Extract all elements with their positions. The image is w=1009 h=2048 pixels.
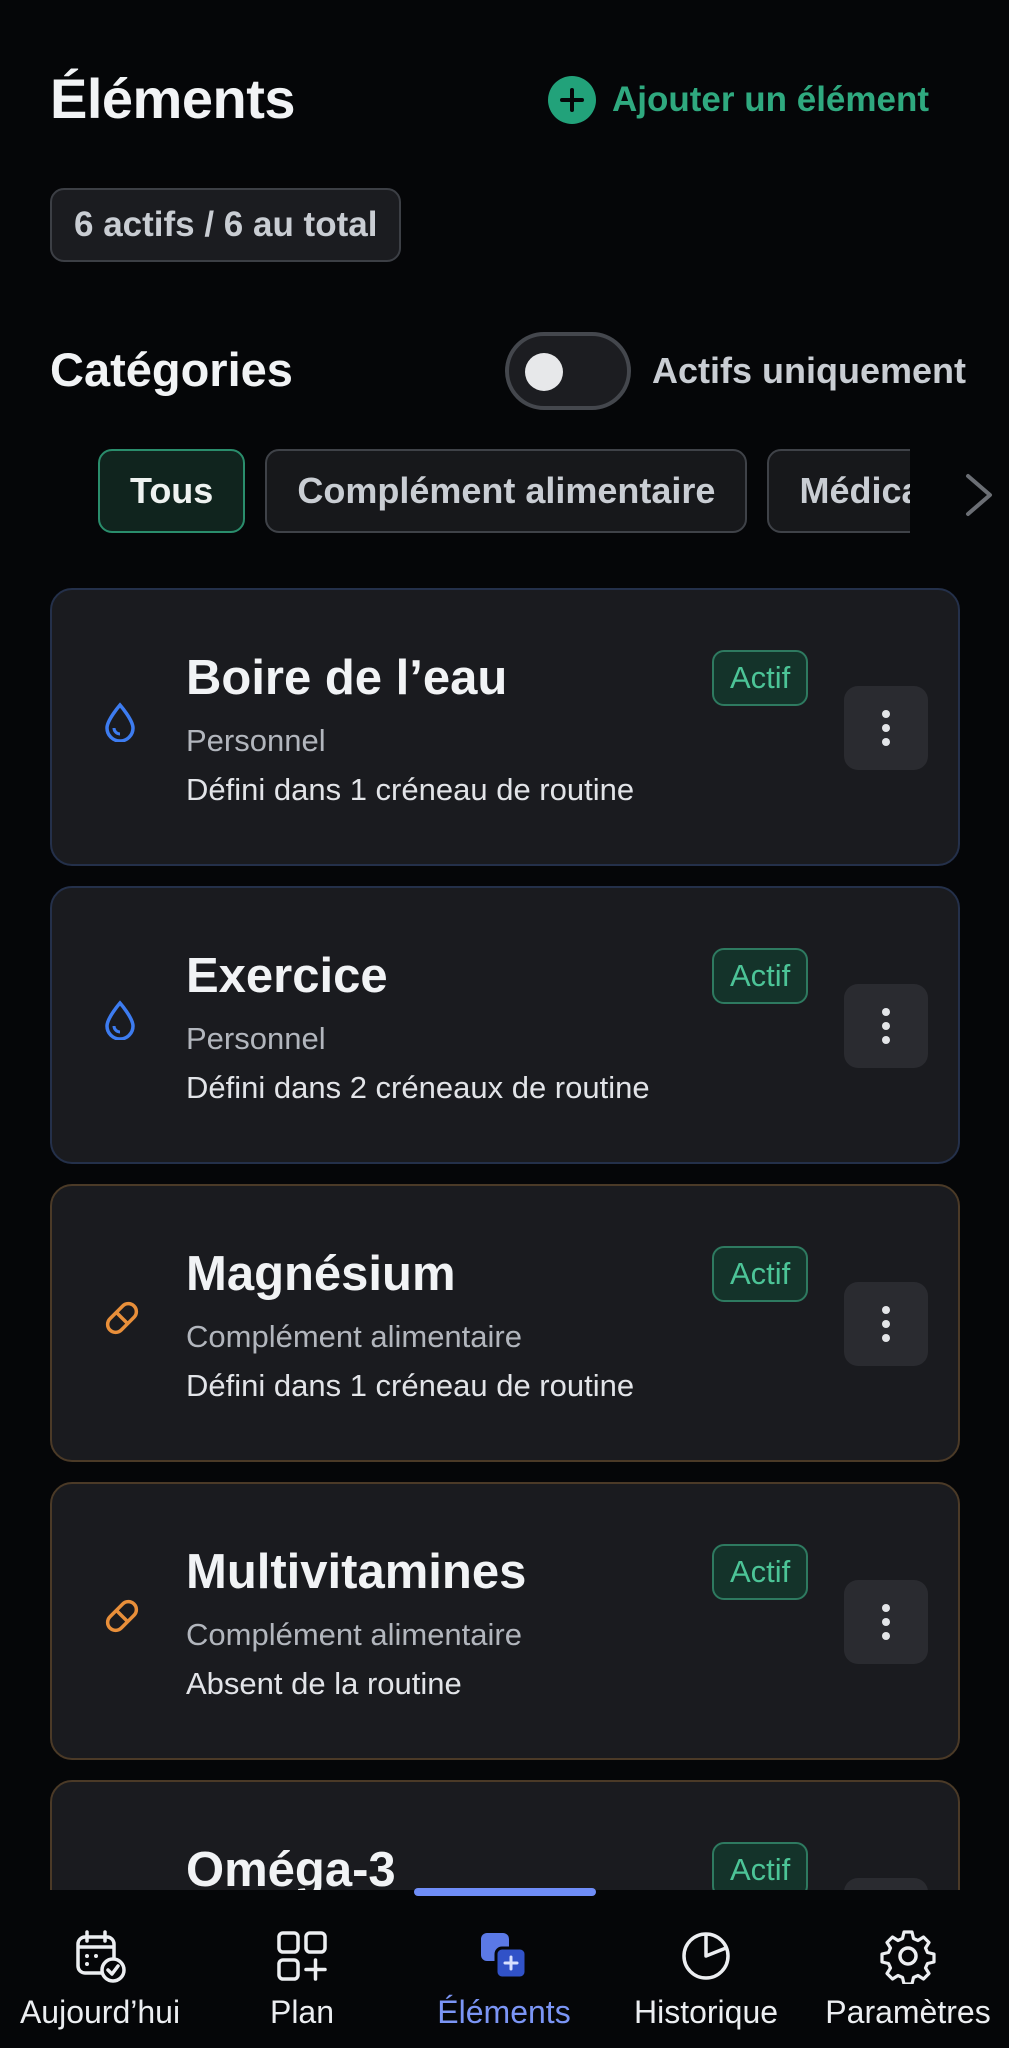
item-title: Multivitamines xyxy=(186,1545,527,1599)
items-list: Boire de l’eau Personnel Défini dans 1 c… xyxy=(50,588,960,1890)
more-vertical-icon xyxy=(882,1306,890,1314)
item-card[interactable]: Boire de l’eau Personnel Défini dans 1 c… xyxy=(50,588,960,866)
item-title: Exercice xyxy=(186,949,388,1003)
page-header: Éléments Ajouter un élément xyxy=(50,62,959,142)
nav-history[interactable]: Historique xyxy=(606,1928,806,2031)
status-badge: Actif xyxy=(712,650,809,706)
item-routine: Absent de la routine xyxy=(186,1666,462,1701)
page-title: Éléments xyxy=(50,67,296,130)
item-category: Complément alimentaire xyxy=(186,1319,522,1354)
items-count-badge: 6 actifs / 6 au total xyxy=(50,188,402,262)
pie-chart-icon xyxy=(682,1932,730,1980)
toggle-knob xyxy=(525,353,563,391)
item-routine: Défini dans 1 créneau de routine xyxy=(186,1368,635,1403)
items-stack-icon xyxy=(481,1933,528,1980)
chip-medication[interactable]: Médica xyxy=(767,449,910,533)
active-only-label: Actifs uniquement xyxy=(652,350,967,391)
item-title: Magnésium xyxy=(186,1247,456,1301)
category-chips: Tous Complément alimentaire Médica xyxy=(98,449,910,535)
nav-items[interactable]: Éléments xyxy=(404,1928,604,2031)
nav-items-label: Éléments xyxy=(437,1994,571,2030)
item-card[interactable]: Magnésium Complément alimentaire Défini … xyxy=(50,1184,960,1462)
bottom-nav: Aujourd’hui Plan Éléments Historique Par… xyxy=(0,1896,1009,2048)
scroll-indicator xyxy=(414,1888,596,1896)
add-item-label: Ajouter un élément xyxy=(612,80,929,119)
item-routine: Défini dans 1 créneau de routine xyxy=(186,772,635,807)
chevron-right-icon[interactable] xyxy=(960,470,1000,520)
more-options-button[interactable] xyxy=(844,1878,928,1890)
item-routine: Défini dans 2 créneaux de routine xyxy=(186,1070,650,1105)
add-item-button[interactable]: Ajouter un élément xyxy=(548,76,929,124)
item-category: Personnel xyxy=(186,723,326,758)
item-card[interactable]: Oméga-3 Actif xyxy=(50,1780,960,1890)
item-title: Oméga-3 xyxy=(186,1843,396,1890)
nav-plan[interactable]: Plan xyxy=(202,1928,402,2031)
water-drop-icon xyxy=(105,702,135,742)
item-category: Complément alimentaire xyxy=(186,1617,522,1652)
more-options-button[interactable] xyxy=(844,984,928,1068)
status-badge: Actif xyxy=(712,1246,809,1302)
item-card[interactable]: Multivitamines Complément alimentaire Ab… xyxy=(50,1482,960,1760)
status-badge: Actif xyxy=(712,1544,809,1600)
gear-icon xyxy=(880,1930,936,1984)
more-vertical-icon xyxy=(882,710,890,718)
calendar-check-icon xyxy=(76,1930,126,1983)
pill-icon xyxy=(105,1301,139,1335)
status-badge: Actif xyxy=(712,948,809,1004)
more-options-button[interactable] xyxy=(844,1580,928,1664)
water-drop-icon xyxy=(105,1000,135,1040)
active-only-toggle[interactable] xyxy=(505,332,631,410)
pill-icon xyxy=(105,1599,139,1633)
chip-supplement[interactable]: Complément alimentaire xyxy=(265,449,748,533)
nav-today-label: Aujourd’hui xyxy=(19,1994,181,2030)
more-vertical-icon xyxy=(882,1604,890,1612)
more-options-button[interactable] xyxy=(844,1282,928,1366)
chip-all[interactable]: Tous xyxy=(98,449,246,533)
status-badge: Actif xyxy=(712,1842,809,1890)
item-category: Personnel xyxy=(186,1021,326,1056)
grid-plus-icon xyxy=(277,1931,327,1981)
more-options-button[interactable] xyxy=(844,686,928,770)
item-card[interactable]: Exercice Personnel Défini dans 2 créneau… xyxy=(50,886,960,1164)
categories-heading: Catégories xyxy=(50,343,293,396)
nav-history-label: Historique xyxy=(633,1994,779,2030)
more-vertical-icon xyxy=(882,1008,890,1016)
item-title: Boire de l’eau xyxy=(186,651,508,705)
nav-today[interactable]: Aujourd’hui xyxy=(0,1928,200,2031)
nav-plan-label: Plan xyxy=(269,1994,335,2030)
nav-settings-label: Paramètres xyxy=(825,1994,991,2030)
nav-settings[interactable]: Paramètres xyxy=(808,1928,1008,2031)
plus-circle-icon xyxy=(548,76,597,124)
